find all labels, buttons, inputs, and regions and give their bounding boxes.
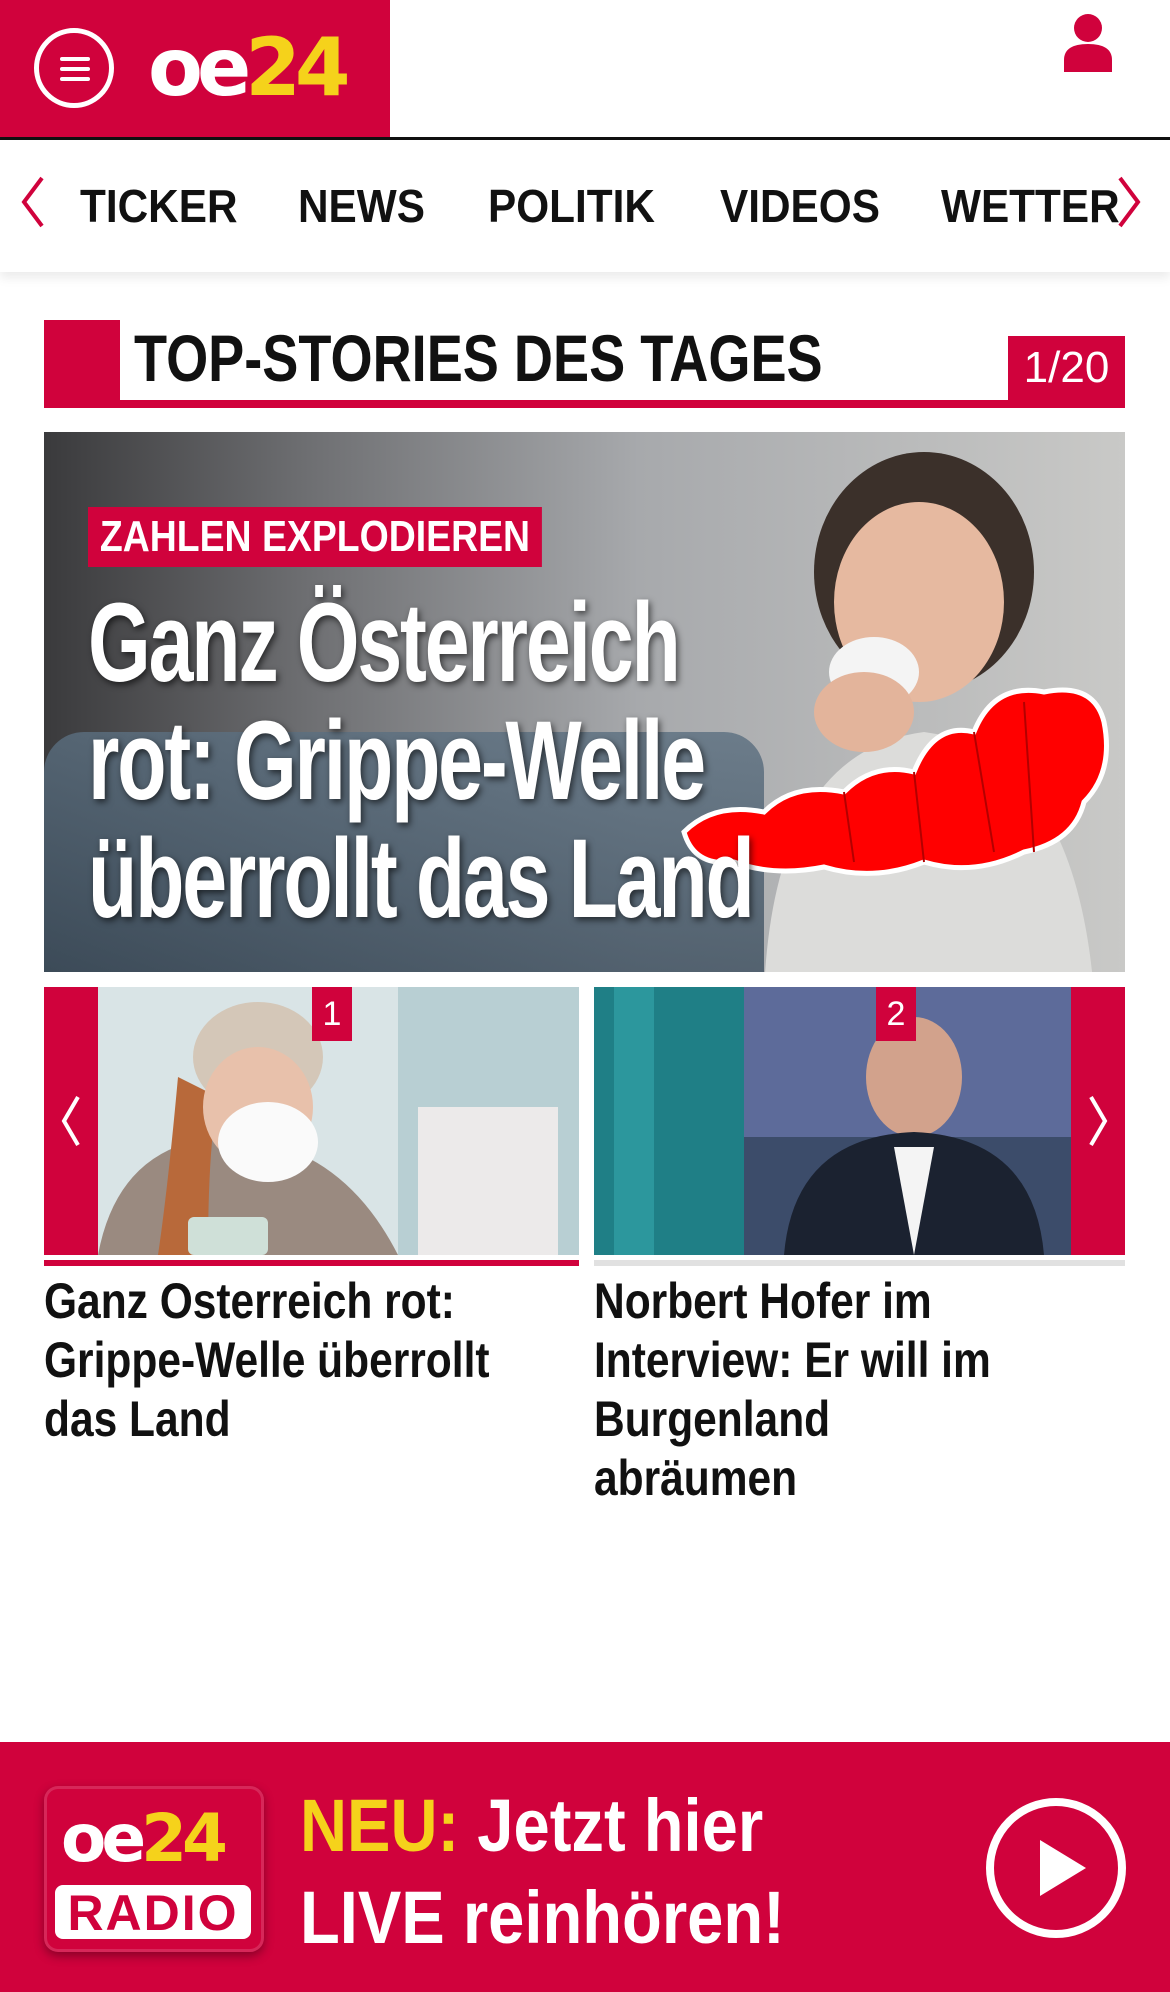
section-header: TOP-STORIES DES TAGES 1/20 <box>44 320 1125 408</box>
section-title: TOP-STORIES DES TAGES <box>134 321 823 395</box>
teaser-indicator <box>594 1260 1125 1266</box>
user-icon[interactable] <box>1062 12 1114 72</box>
radio-logo-text: oe24 <box>61 1799 228 1879</box>
radio-neu-label: NEU: <box>300 1784 460 1867</box>
teaser-image-2-graphic <box>594 987 1072 1255</box>
hero-headline-line: Ganz Österreich <box>88 580 681 705</box>
radio-banner-line2: LIVE reinhören! <box>300 1876 785 1959</box>
teaser-image-2[interactable]: 2 <box>594 987 1072 1255</box>
nav-item-ticker[interactable]: TICKER <box>80 178 238 234</box>
hamburger-icon-line <box>60 77 90 81</box>
hero-headline-line: überrollt das Land <box>88 816 755 941</box>
radio-banner-line1: NEU: Jetzt hier <box>300 1780 785 1872</box>
teaser-active-indicator <box>44 1260 579 1266</box>
main-nav: TICKER NEWS POLITIK VIDEOS WETTER <box>0 140 1170 272</box>
radio-logo-label: RADIO <box>55 1885 251 1941</box>
play-icon <box>1040 1840 1086 1896</box>
logo-text-oe: oe <box>148 21 251 114</box>
hero-headline-line: rot: Grippe-Welle <box>88 698 706 823</box>
nav-item-videos[interactable]: VIDEOS <box>720 178 880 234</box>
radio-banner[interactable]: oe24 RADIO NEU: Jetzt hier LIVE reinhöre… <box>0 1742 1170 1992</box>
header-logo-block: oe24 <box>0 0 390 137</box>
radio-logo-oe: oe <box>61 1800 146 1877</box>
logo-text-24: 24 <box>245 21 350 114</box>
teaser-number: 1 <box>312 987 352 1041</box>
oe24-logo[interactable]: oe24 <box>148 18 351 118</box>
hamburger-menu-button[interactable] <box>34 28 114 108</box>
hamburger-icon-line <box>60 67 90 71</box>
slider-prev-button[interactable] <box>44 987 98 1255</box>
radio-banner-text: NEU: Jetzt hier LIVE reinhören! <box>300 1780 785 1964</box>
section-underline <box>44 400 1125 408</box>
radio-line1-text: Jetzt hier <box>459 1784 764 1867</box>
hero-story[interactable]: ZAHLEN EXPLODIEREN Ganz Österreich rot: … <box>44 432 1125 972</box>
hero-headline[interactable]: Ganz Österreich rot: Grippe-Welle überro… <box>88 580 755 941</box>
slide-counter: 1/20 <box>1008 336 1125 400</box>
teaser-title-2[interactable]: Norbert Hofer im Interview: Er will im B… <box>594 1272 1045 1508</box>
section-accent <box>44 320 120 408</box>
hamburger-icon <box>60 57 90 61</box>
nav-item-wetter[interactable]: WETTER <box>941 178 1120 234</box>
nav-item-news[interactable]: NEWS <box>298 178 425 234</box>
teaser-number: 2 <box>876 987 916 1041</box>
slider-next-button[interactable] <box>1071 987 1125 1255</box>
teaser-title-1[interactable]: Ganz Osterreich rot: Grippe-Welle überro… <box>44 1272 499 1449</box>
oe24-radio-logo: oe24 RADIO <box>44 1786 264 1952</box>
teaser-image-1[interactable]: 1 <box>98 987 579 1255</box>
radio-logo-24: 24 <box>141 1800 228 1877</box>
chevron-left-icon[interactable] <box>18 172 48 232</box>
hero-kicker: ZAHLEN EXPLODIEREN <box>88 507 542 567</box>
play-button[interactable] <box>986 1798 1126 1938</box>
chevron-right-icon[interactable] <box>1114 172 1144 232</box>
nav-item-politik[interactable]: POLITIK <box>488 178 655 234</box>
